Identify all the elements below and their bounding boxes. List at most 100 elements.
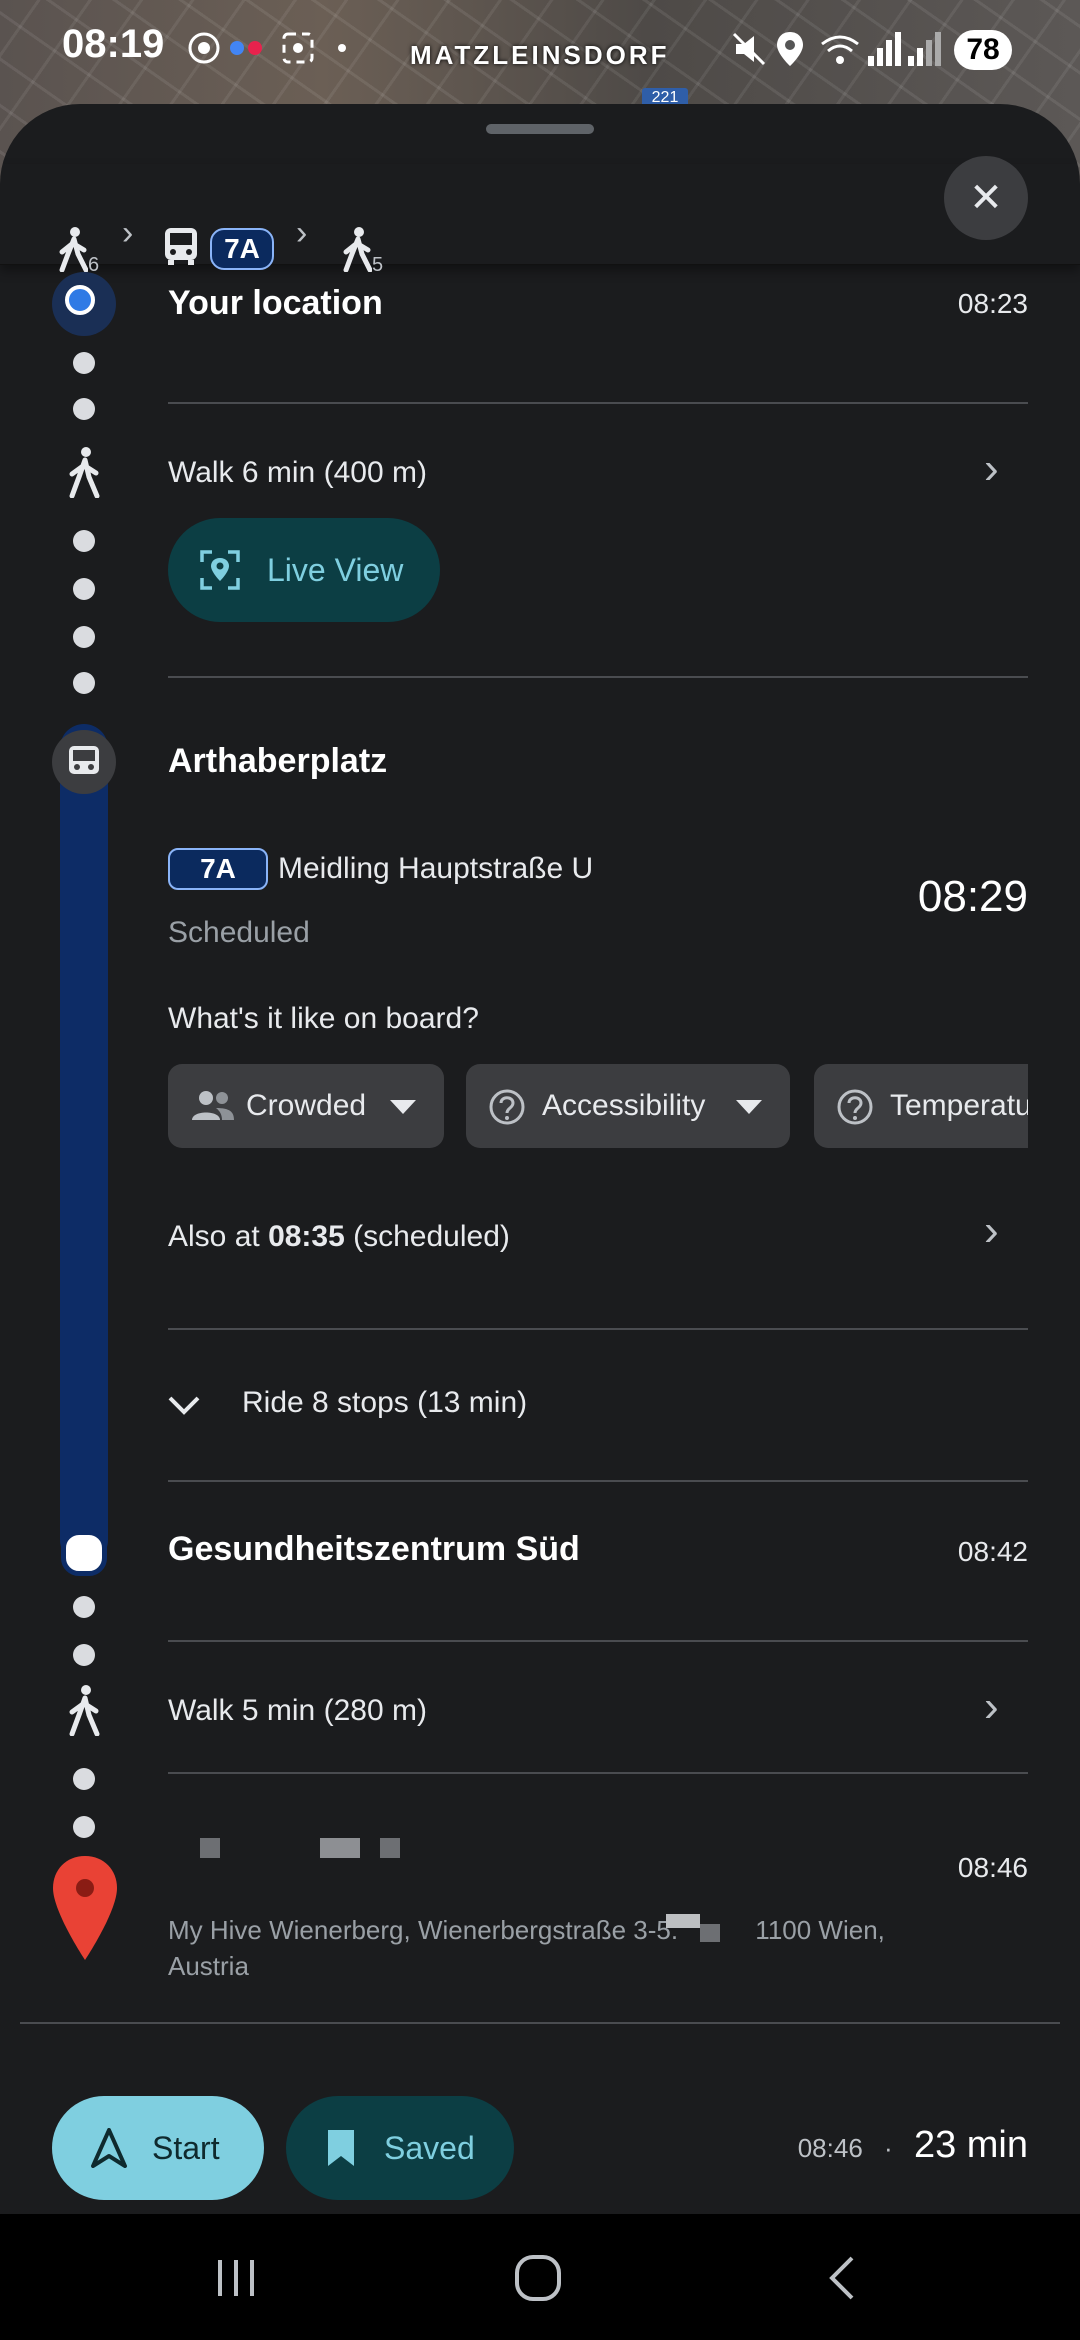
live-view-label: Live View [267, 552, 404, 588]
also-at-text: Also at 08:35 (scheduled) [168, 1220, 510, 1253]
transit-line-bar [60, 724, 108, 1564]
walk-dot [73, 398, 95, 420]
divider [20, 2022, 1060, 2024]
help-circle-icon [489, 1089, 525, 1125]
bus-line-badge: 7A [210, 228, 274, 270]
help-circle-icon [837, 1089, 873, 1125]
signal-icon [868, 32, 901, 66]
destination-time: 08:46 [957, 1852, 1028, 1883]
divider [168, 402, 1028, 404]
mute-icon [732, 32, 766, 66]
walk-icon [69, 1685, 100, 1736]
bus-stop-marker [52, 730, 116, 794]
trip-duration: 23 min [913, 2124, 1028, 2166]
notification-dots-icon [230, 41, 262, 55]
walk-dot [73, 1596, 95, 1618]
walk-dot [73, 1768, 95, 1790]
live-view-button[interactable]: Live View [168, 518, 440, 622]
walk-dot [73, 1644, 95, 1666]
walk1-label: Walk 6 min (400 m) [168, 456, 427, 489]
divider [168, 1640, 1028, 1642]
walk-dot [73, 672, 95, 694]
alight-stop-name[interactable]: Gesundheitszentrum Süd [168, 1530, 580, 1569]
separator: · [884, 2133, 893, 2163]
directions-sheet: 6 › 7A › 5 ✕ Your location 08:23 Walk 6 [0, 104, 1080, 2214]
walk-dot [73, 530, 95, 552]
walk-icon [59, 227, 88, 272]
status-bar: 08:19 78 [0, 0, 1080, 100]
chevron-right-icon: › [296, 214, 308, 252]
chevron-right-icon: › [984, 1206, 999, 1255]
accessibility-label: Accessibility [542, 1089, 706, 1122]
alight-time: 08:42 [957, 1536, 1028, 1567]
redacted-block [666, 1914, 700, 1928]
signal-2-icon [908, 32, 941, 66]
divider [168, 1480, 1028, 1482]
walk-dot [73, 1816, 95, 1838]
screenshot-icon [282, 32, 314, 64]
arrival-time: 08:46 [797, 2133, 863, 2163]
battery-indicator: 78 [954, 30, 1012, 70]
close-icon: ✕ [969, 176, 1003, 220]
status-time: 08:19 [62, 22, 165, 66]
caret-down-icon [390, 1100, 416, 1114]
navigation-arrow-icon [91, 2128, 127, 2168]
destination-address: My Hive Wienerberg, Wienerbergstraße 3-5… [168, 1915, 885, 1981]
alight-marker [61, 1530, 107, 1576]
people-icon [192, 1091, 234, 1120]
walk-icon [69, 447, 100, 498]
back-icon[interactable] [826, 2254, 858, 2302]
wifi-icon [821, 35, 859, 64]
start-button[interactable]: Start [52, 2096, 264, 2200]
record-icon [188, 32, 220, 64]
walk-dot [73, 626, 95, 648]
crowded-chip[interactable]: Crowded [168, 1064, 444, 1148]
home-icon[interactable] [514, 2254, 562, 2302]
feedback-chip-row: Crowded Accessibility Temperatu [168, 1064, 1028, 1154]
walk2-label: Walk 5 min (280 m) [168, 1694, 427, 1727]
more-dot-icon [338, 44, 346, 52]
saved-button[interactable]: Saved [286, 2096, 514, 2200]
divider [168, 1772, 1028, 1774]
crowded-label: Crowded [246, 1089, 367, 1122]
bus-line-badge: 7A [168, 848, 268, 890]
headsign: Meidling Hauptstraße U [278, 852, 594, 885]
also-at-time: 08:35 [268, 1220, 345, 1253]
walk-icon [343, 227, 372, 272]
ride-stops-label: Ride 8 stops (13 min) [242, 1386, 528, 1419]
origin-time: 08:23 [957, 288, 1028, 319]
divider [168, 676, 1028, 678]
saved-label: Saved [384, 2130, 475, 2166]
bus-icon [69, 746, 99, 774]
temperature-chip[interactable]: Temperatu [814, 1064, 1028, 1148]
drag-handle[interactable] [486, 124, 594, 134]
live-view-icon [200, 550, 240, 590]
destination-pin-icon [53, 1856, 117, 1960]
origin-marker [52, 272, 116, 336]
divider [168, 1328, 1028, 1330]
redacted-block [700, 1924, 720, 1942]
trip-summary: 08:46 · 23 min [798, 2124, 1028, 2167]
temperature-label: Temperatu [890, 1089, 1028, 1122]
walk-dot [73, 352, 95, 374]
bus-icon [165, 228, 197, 265]
departure-time: 08:29 [917, 872, 1028, 921]
chevron-right-icon: › [984, 1682, 999, 1731]
chevron-right-icon: › [122, 214, 134, 252]
system-nav-bar [0, 2214, 1080, 2340]
boarding-stop-name[interactable]: Arthaberplatz [168, 742, 387, 781]
onboard-question: What's it like on board? [168, 1002, 479, 1035]
caret-down-icon [736, 1100, 762, 1114]
accessibility-chip[interactable]: Accessibility [466, 1064, 790, 1148]
chevron-down-icon [168, 1396, 200, 1415]
route-summary[interactable]: 6 › 7A › 5 [0, 164, 1080, 276]
origin-label: Your location [168, 284, 383, 322]
close-button[interactable]: ✕ [944, 156, 1028, 240]
schedule-status: Scheduled [168, 916, 310, 949]
walk2-minutes: 5 [372, 254, 384, 276]
walk-dot [73, 578, 95, 600]
start-label: Start [152, 2130, 220, 2166]
bookmark-icon [328, 2130, 354, 2166]
recent-apps-icon[interactable] [214, 2258, 258, 2298]
chevron-right-icon: › [984, 444, 999, 493]
